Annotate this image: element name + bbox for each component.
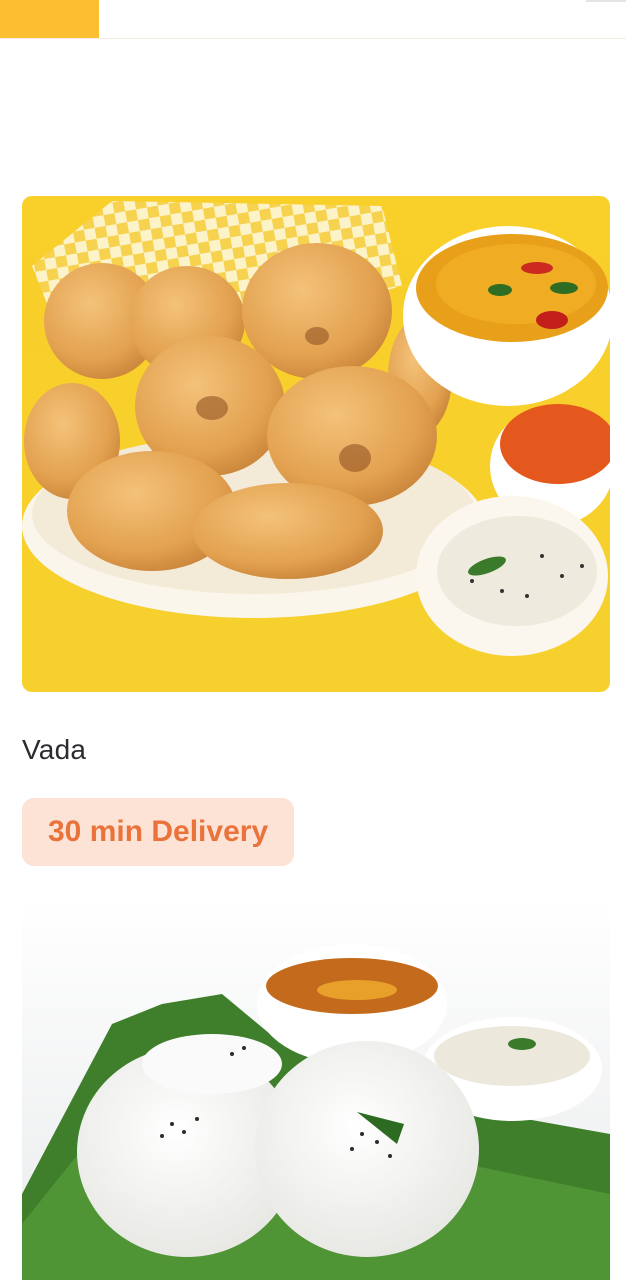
top-bar bbox=[0, 0, 626, 39]
active-tab-indicator[interactable] bbox=[0, 0, 99, 38]
item-title: Vada bbox=[22, 734, 87, 765]
idli-platter-image[interactable] bbox=[22, 894, 610, 1280]
vada-platter-image[interactable] bbox=[22, 196, 610, 692]
delivery-time-badge: 30 min Delivery bbox=[22, 798, 295, 866]
scroll-handle bbox=[586, 0, 626, 2]
